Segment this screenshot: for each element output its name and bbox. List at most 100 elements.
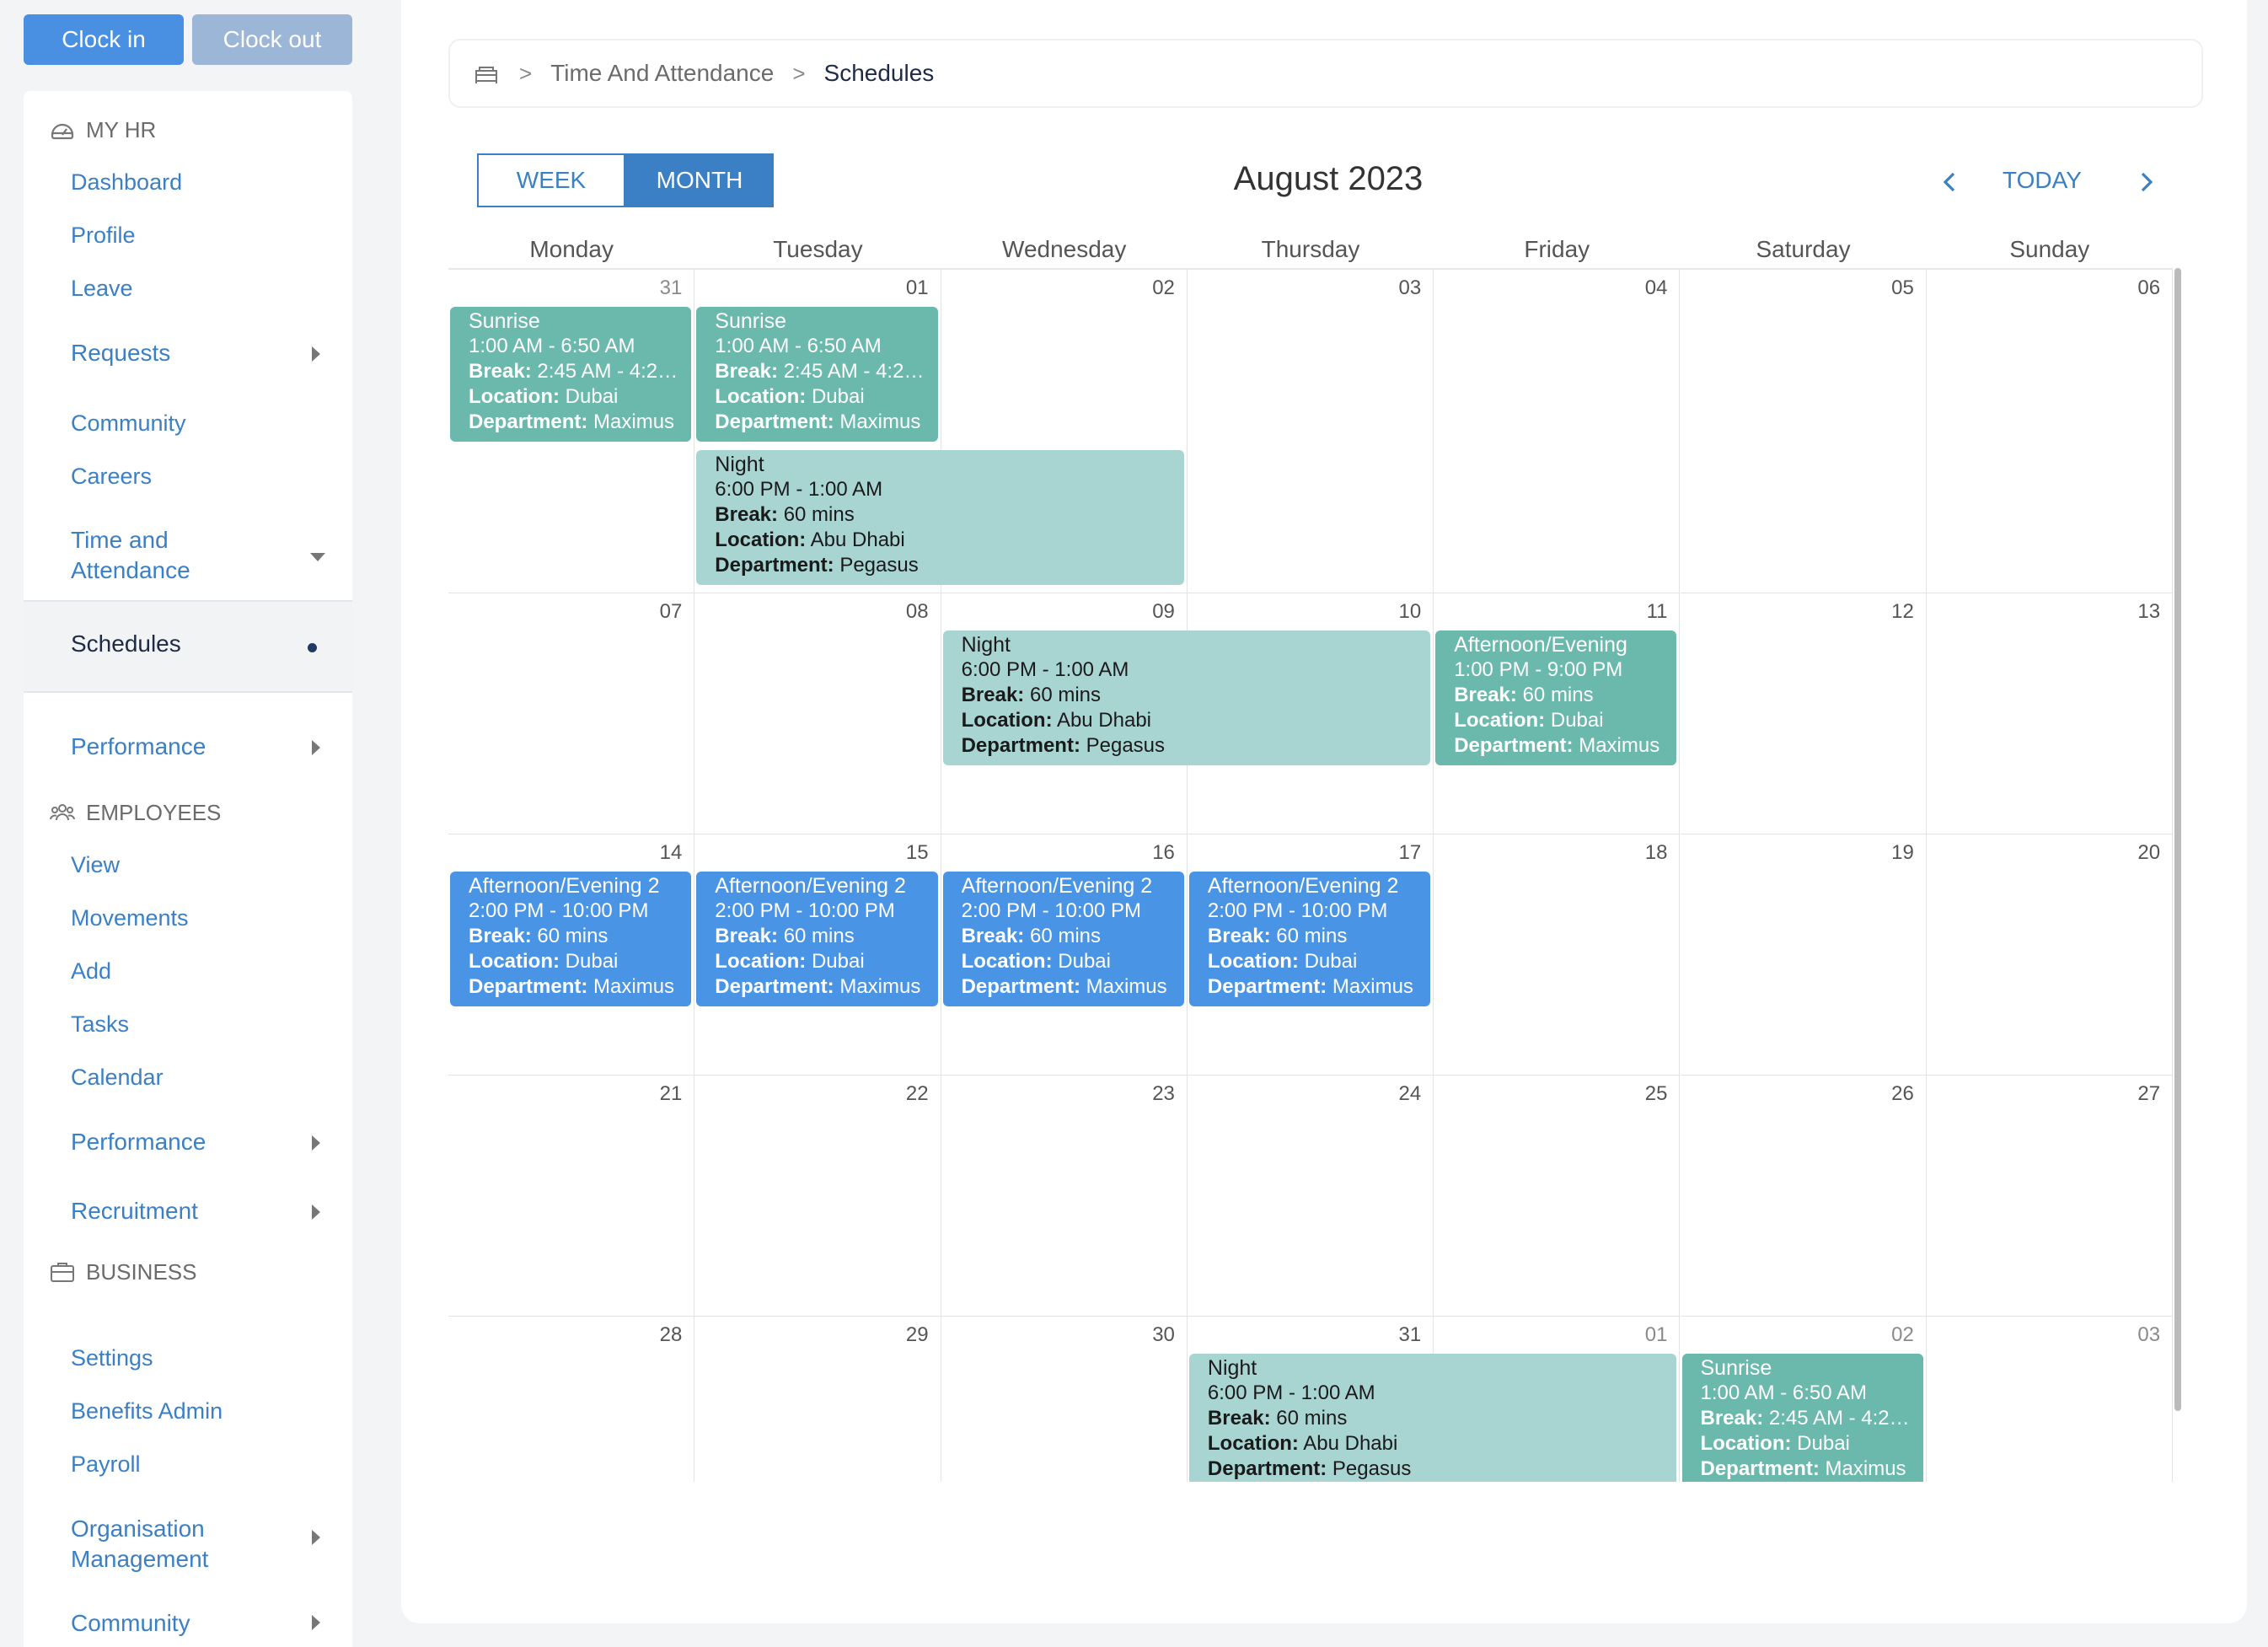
event-location: Location: Abu Dhabi xyxy=(715,528,1184,553)
nav-careers[interactable]: Careers xyxy=(71,461,152,491)
schedule-event[interactable]: Night 6:00 PM - 1:00 AM Break: 60 mins Loca… xyxy=(942,630,1431,765)
chevron-right-icon[interactable] xyxy=(312,740,320,755)
event-label: Break: xyxy=(469,925,532,947)
nav-dashboard[interactable]: Dashboard xyxy=(71,167,182,197)
event-title: Afternoon/Evening 2 xyxy=(715,874,906,898)
event-department: Department: Pegasus xyxy=(1208,1457,1677,1482)
day-cell[interactable]: 03 xyxy=(1187,270,1434,593)
nav-leave[interactable]: Leave xyxy=(71,273,133,303)
event-label: Location: xyxy=(715,528,807,551)
day-cell[interactable]: 28 xyxy=(448,1317,695,1482)
day-cell[interactable]: 21 xyxy=(448,1076,695,1317)
chevron-right-icon[interactable] xyxy=(2131,167,2161,197)
day-cell[interactable]: 06 xyxy=(1926,270,2173,593)
event-value: 2:45 AM - 4:25 AM xyxy=(783,360,938,383)
sidebar: MY HR Dashboard Profile Leave Requests C… xyxy=(24,91,352,1647)
chevron-right-icon[interactable] xyxy=(312,1530,320,1545)
day-cell[interactable]: 19 xyxy=(1680,834,1927,1076)
event-break: Break: 60 mins xyxy=(962,683,1431,708)
day-cell[interactable]: 26 xyxy=(1680,1076,1927,1317)
schedule-event[interactable]: Afternoon/Evening 2 2:00 PM - 10:00 PM Bre… xyxy=(942,872,1184,1006)
day-cell[interactable]: 24 xyxy=(1187,1076,1434,1317)
weekday-header: Monday Tuesday Wednesday Thursday Friday… xyxy=(448,236,2173,270)
day-cell[interactable]: 20 xyxy=(1926,834,2173,1076)
day-number: 13 xyxy=(2137,600,2161,623)
day-number: 02 xyxy=(1152,276,1175,299)
nav-settings[interactable]: Settings xyxy=(71,1343,153,1373)
day-cell[interactable]: 13 xyxy=(1926,593,2173,834)
day-cell[interactable]: 08 xyxy=(694,593,941,834)
nav-payroll[interactable]: Payroll xyxy=(71,1449,141,1479)
nav-employees-performance[interactable]: Performance xyxy=(71,1127,206,1157)
section-label: BUSINESS xyxy=(86,1258,197,1285)
day-cell[interactable]: 29 xyxy=(694,1317,941,1482)
nav-profile[interactable]: Profile xyxy=(71,220,136,250)
month-view-button[interactable]: MONTH xyxy=(625,153,774,207)
schedule-event[interactable]: Afternoon/Evening 2 2:00 PM - 10:00 PM Bre… xyxy=(1188,872,1431,1006)
event-title: Sunrise xyxy=(1700,1356,1772,1380)
clock-in-button[interactable]: Clock in xyxy=(24,14,184,65)
event-label: Department: xyxy=(1207,1457,1327,1480)
day-cell[interactable]: 30 xyxy=(941,1317,1188,1482)
day-cell[interactable]: 07 xyxy=(448,593,695,834)
day-number: 31 xyxy=(659,276,683,299)
day-cell[interactable]: 22 xyxy=(694,1076,941,1317)
breadcrumb-time-and-attendance[interactable]: Time And Attendance xyxy=(550,60,774,87)
day-number: 31 xyxy=(1398,1323,1422,1346)
nav-community[interactable]: Community xyxy=(71,408,186,438)
event-department: Department: Maximus xyxy=(962,974,1184,1000)
event-label: Break: xyxy=(1207,925,1271,947)
nav-requests[interactable]: Requests xyxy=(71,338,170,368)
chevron-down-icon[interactable] xyxy=(310,553,325,561)
event-break: Break: 60 mins xyxy=(715,502,1184,528)
event-label: Break: xyxy=(1454,684,1517,706)
day-cell[interactable]: 18 xyxy=(1434,834,1681,1076)
schedule-event[interactable]: Afternoon/Evening 2 2:00 PM - 10:00 PM Bre… xyxy=(450,872,692,1006)
chevron-right-icon[interactable] xyxy=(312,1204,320,1220)
schedule-event[interactable]: Afternoon/Evening 2 2:00 PM - 10:00 PM Bre… xyxy=(696,872,938,1006)
chevron-right-icon[interactable] xyxy=(312,1135,320,1151)
chevron-right-icon[interactable] xyxy=(312,1615,320,1630)
event-label: Location: xyxy=(715,950,807,973)
nav-time-and-attendance[interactable]: Time and Attendance xyxy=(71,525,190,586)
event-value: Dubai xyxy=(811,950,865,973)
schedule-event[interactable]: Afternoon/Evening 1:00 PM - 9:00 PM Break:… xyxy=(1435,630,1677,765)
schedule-event[interactable]: Sunrise 1:00 AM - 6:50 AM Break: 2:45 AM -… xyxy=(1681,1354,1923,1482)
event-break: Break: 60 mins xyxy=(469,924,691,949)
day-cell[interactable]: 25 xyxy=(1434,1076,1681,1317)
event-break: Break: 60 mins xyxy=(1208,924,1430,949)
day-cell[interactable]: 05 xyxy=(1680,270,1927,593)
day-cell[interactable]: 23 xyxy=(941,1076,1188,1317)
week-view-button[interactable]: WEEK xyxy=(477,153,625,207)
nav-movements[interactable]: Movements xyxy=(71,903,189,933)
today-button[interactable]: TODAY xyxy=(2003,167,2082,194)
event-value: 60 mins xyxy=(537,925,609,947)
chevron-right-icon[interactable] xyxy=(312,346,320,362)
schedule-event[interactable]: Sunrise 1:00 AM - 6:50 AM Break: 2:45 AM -… xyxy=(696,307,938,442)
schedule-event[interactable]: Night 6:00 PM - 1:00 AM Break: 60 mins Loca… xyxy=(696,450,1184,585)
nav-add[interactable]: Add xyxy=(71,956,111,986)
event-label: Department: xyxy=(469,410,588,433)
nav-organisation-management[interactable]: Organisation Management xyxy=(71,1514,208,1575)
event-value: Abu Dhabi xyxy=(1303,1432,1398,1455)
nav-business-community[interactable]: Community xyxy=(71,1608,190,1639)
nav-recruitment[interactable]: Recruitment xyxy=(71,1196,198,1226)
nav-tasks[interactable]: Tasks xyxy=(71,1009,129,1039)
nav-benefits-admin[interactable]: Benefits Admin xyxy=(71,1396,223,1426)
chevron-left-icon[interactable] xyxy=(1935,167,1965,197)
scrollbar[interactable] xyxy=(2174,268,2181,1411)
home-icon[interactable] xyxy=(472,59,501,88)
nav-performance[interactable]: Performance xyxy=(71,732,206,762)
day-cell[interactable]: 04 xyxy=(1434,270,1681,593)
nav-view[interactable]: View xyxy=(71,850,120,880)
view-toggle: WEEK MONTH xyxy=(477,153,774,207)
schedule-event[interactable]: Night 6:00 PM - 1:00 AM Break: 60 mins Loca… xyxy=(1188,1354,1677,1482)
day-cell[interactable]: 12 xyxy=(1680,593,1927,834)
schedule-event[interactable]: Sunrise 1:00 AM - 6:50 AM Break: 2:45 AM -… xyxy=(450,307,692,442)
nav-schedules[interactable]: Schedules xyxy=(24,600,352,693)
nav-calendar[interactable]: Calendar xyxy=(71,1062,164,1092)
day-cell[interactable]: 03 xyxy=(1927,1317,2173,1482)
clock-out-button[interactable]: Clock out xyxy=(192,14,352,65)
day-cell[interactable]: 27 xyxy=(1926,1076,2173,1317)
day-number: 16 xyxy=(1152,841,1175,864)
